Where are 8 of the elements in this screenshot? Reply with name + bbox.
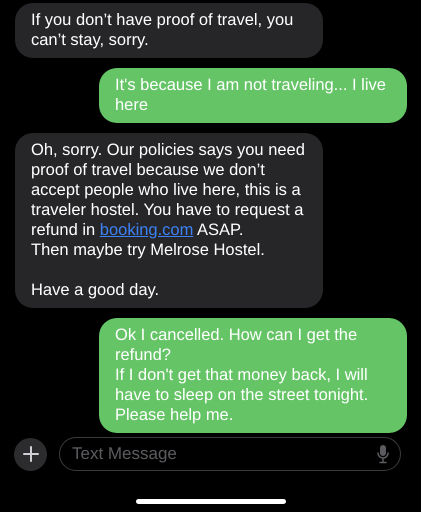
message-text: If you don’t have proof of travel, you can’t stay, sorry. [31,11,294,49]
message-text: Oh, sorry. Our policies says you need proof of travel because we don’t accept people who live here, this is a traveler hostel. You have to request a refund in booking.com ASAP. Then maybe try Melrose Hostel. Have a good day. [31,141,305,299]
message-text: It's because I am not traveling... I live here [115,76,386,114]
message-input-field[interactable]: Text Message [59,437,401,471]
link[interactable]: booking.com [100,221,194,239]
microphone-icon[interactable] [377,444,389,464]
message-text: Ok I cancelled. How can I get the refund? If I don't get that money back, I will have to sleep on the street tonight. Please help me. [115,326,368,424]
add-icon[interactable] [14,438,47,470]
